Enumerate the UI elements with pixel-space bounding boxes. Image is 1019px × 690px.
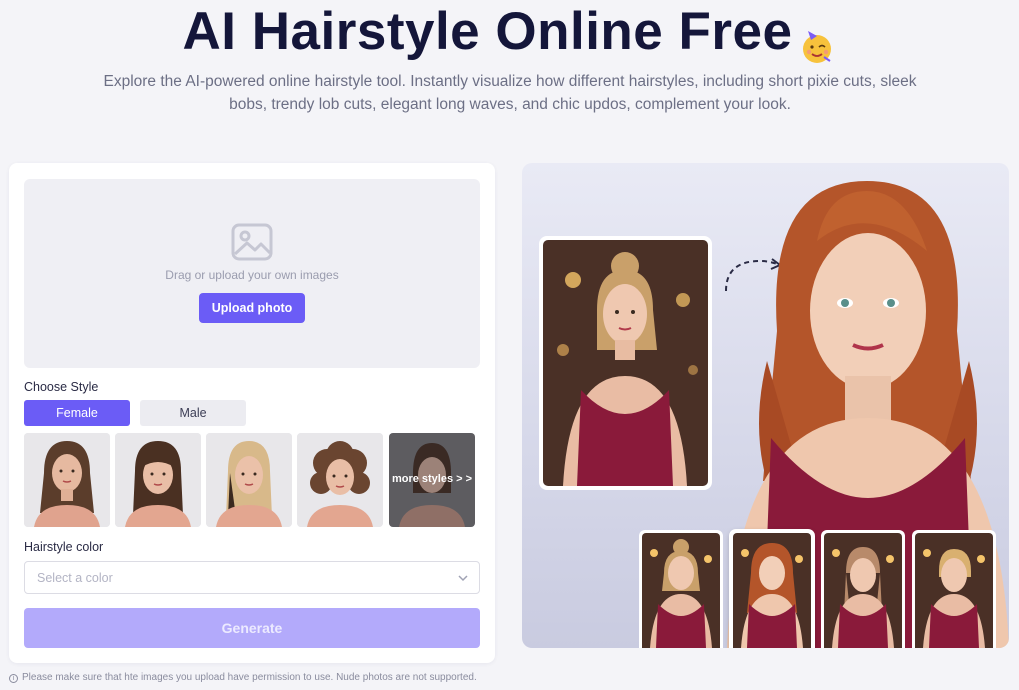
hair-color-select[interactable]: Select a color [24, 561, 480, 594]
image-dropzone[interactable]: Drag or upload your own images Upload ph… [24, 179, 480, 368]
dropzone-instructions: Drag or upload your own images [165, 268, 339, 282]
result-thumb-long-waves[interactable] [730, 530, 814, 648]
before-photo [543, 240, 708, 486]
curly-bob-thumbnail[interactable] [297, 433, 383, 527]
result-thumb-pixie[interactable] [912, 530, 996, 648]
hairstyle-form-panel: Drag or upload your own images Upload ph… [9, 163, 495, 663]
upload-photo-button[interactable]: Upload photo [199, 293, 305, 323]
style-thumbnails: more styles > > [24, 433, 476, 527]
result-variations [639, 530, 999, 648]
disclaimer-text: Please make sure that hte images you upl… [22, 672, 477, 683]
long-blonde-thumbnail[interactable] [206, 433, 292, 527]
image-placeholder-icon [231, 223, 273, 261]
page-title: AI Hairstyle Online Free [0, 0, 1019, 64]
choose-style-label: Choose Style [24, 380, 99, 394]
more-styles-thumbnail[interactable]: more styles > > [389, 433, 475, 527]
info-icon: i [9, 674, 18, 683]
upload-disclaimer: i Please make sure that hte images you up… [9, 672, 477, 683]
bangs-straight-thumbnail[interactable] [115, 433, 201, 527]
party-face-emoji-icon [798, 16, 836, 63]
gender-female-button[interactable]: Female [24, 400, 130, 426]
more-styles-link[interactable]: more styles > > [389, 473, 475, 485]
page-subtitle: Explore the AI-powered online hairstyle … [103, 73, 917, 113]
result-thumb-braids[interactable] [821, 530, 905, 648]
gender-male-button[interactable]: Male [140, 400, 246, 426]
before-photo-card [539, 236, 712, 490]
hair-color-placeholder: Select a color [37, 571, 113, 585]
chevron-down-icon [458, 575, 468, 582]
result-thumb-updo[interactable] [639, 530, 723, 648]
long-waves-thumbnail[interactable] [24, 433, 110, 527]
generate-button[interactable]: Generate [24, 608, 480, 648]
hairstyle-showcase [522, 163, 1009, 648]
hairstyle-color-label: Hairstyle color [24, 540, 104, 554]
